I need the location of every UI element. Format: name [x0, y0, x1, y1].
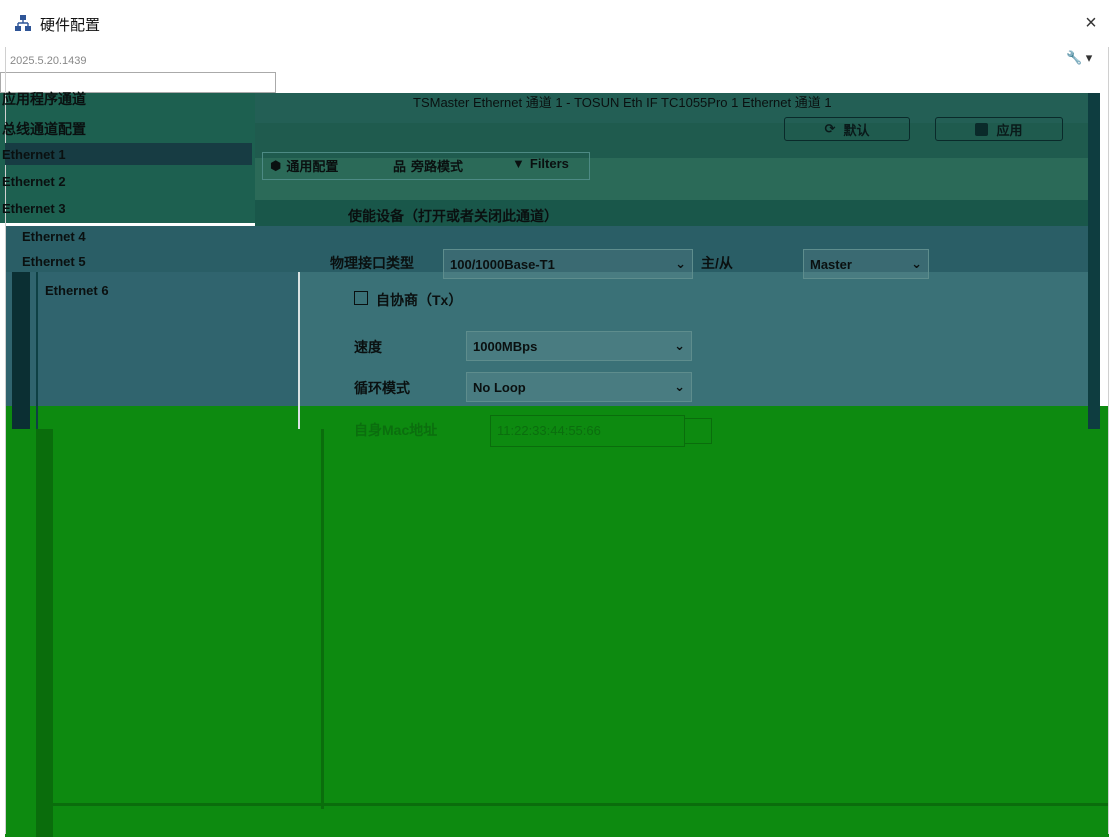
loop-mode-label: 循环模式	[354, 380, 410, 396]
tree-item-ethernet-4[interactable]: Ethernet 4	[22, 229, 86, 244]
network-tree-icon	[15, 15, 31, 31]
cube-icon: ⬢	[270, 157, 282, 173]
apply-button-label: 应用	[996, 122, 1023, 138]
tree-header-app-channels[interactable]: 应用程序通道	[2, 89, 86, 109]
speed-value: 1000MBps	[473, 338, 538, 354]
mac-address-input[interactable]: 11:22:33:44:55:66	[490, 415, 685, 447]
default-button[interactable]: ⟳ 默认	[784, 117, 910, 141]
apply-icon	[975, 122, 989, 136]
phy-type-value: 100/1000Base-T1	[450, 256, 555, 272]
tab-bypass-label: 旁路模式	[411, 159, 464, 174]
speed-label: 速度	[354, 339, 382, 355]
tree-header-bus-channels[interactable]: 总线通道配置	[2, 119, 86, 139]
role-value: Master	[810, 256, 852, 272]
phy-type-label: 物理接口类型	[330, 255, 414, 271]
network-icon: 品	[393, 159, 407, 174]
tree-item-ethernet-3[interactable]: Ethernet 3	[2, 201, 66, 216]
title-bar	[0, 0, 1114, 47]
autoneg-label: 自协商（Tx）	[376, 292, 463, 308]
tree-item-ethernet-2[interactable]: Ethernet 2	[2, 174, 66, 189]
loop-mode-value: No Loop	[473, 379, 526, 395]
tab-general[interactable]: ⬢ 通用配置	[270, 156, 338, 175]
mac-address-label: 自身Mac地址	[354, 422, 438, 438]
tree-item-ethernet-6[interactable]: Ethernet 6	[45, 283, 109, 298]
tab-filters-label: Filters	[529, 156, 569, 171]
autoneg-checkbox[interactable]	[354, 291, 368, 305]
chevron-down-icon: ⌄	[674, 379, 685, 394]
chevron-down-icon: ⌄	[911, 256, 922, 271]
filter-icon: ▼	[512, 156, 525, 171]
apply-button[interactable]: 应用	[935, 117, 1063, 141]
cursor-icon[interactable]	[684, 418, 712, 444]
loop-mode-select[interactable]: No Loop ⌄	[466, 372, 692, 402]
enable-device-checkbox[interactable]: 使能设备（打开或者关闭此通道）	[348, 206, 558, 226]
tab-filters[interactable]: ▼ Filters	[512, 156, 569, 171]
speed-select[interactable]: 1000MBps ⌄	[466, 331, 692, 361]
tab-bypass[interactable]: 品 旁路模式	[393, 156, 463, 175]
group-title: TSMaster Ethernet 通道 1 - TOSUN Eth IF TC…	[413, 95, 832, 110]
phy-type-select[interactable]: 100/1000Base-T1 ⌄	[443, 249, 693, 279]
role-label: 主/从	[701, 255, 733, 271]
role-select[interactable]: Master ⌄	[803, 249, 929, 279]
chevron-down-icon: ⌄	[674, 338, 685, 353]
refresh-icon: ⟳	[824, 121, 836, 136]
default-button-label: 默认	[843, 122, 870, 138]
window-title: 硬件配置	[40, 17, 101, 34]
close-icon[interactable]: ×	[1078, 10, 1104, 36]
tree-item-ethernet-5[interactable]: Ethernet 5	[22, 254, 86, 269]
chevron-down-icon: ⌄	[675, 256, 686, 271]
tab-general-label: 通用配置	[286, 159, 339, 174]
tree-item-ethernet-1[interactable]: Ethernet 1	[2, 147, 66, 162]
